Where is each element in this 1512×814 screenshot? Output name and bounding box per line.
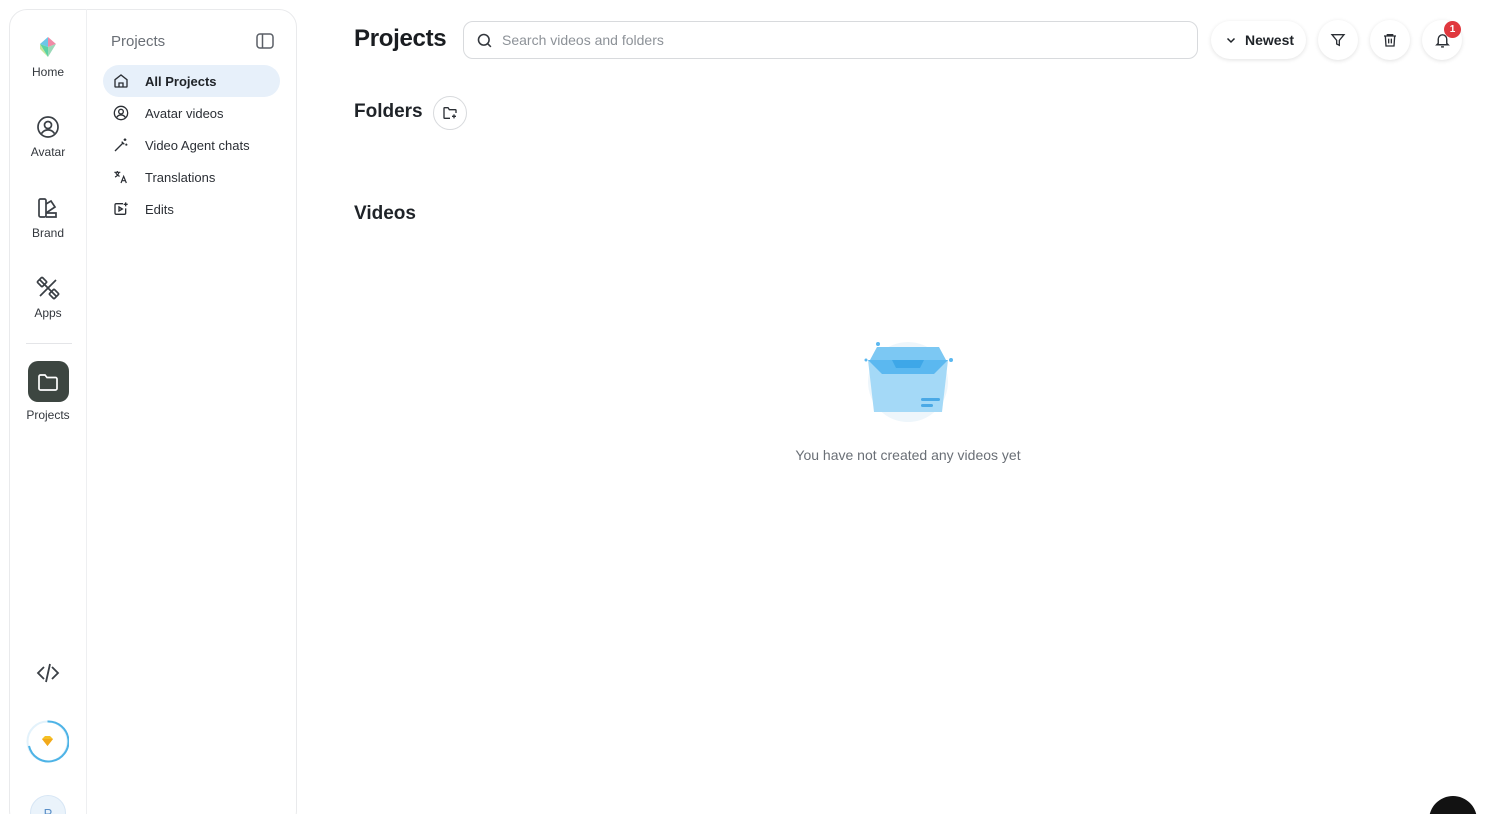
sidebar-item-edits[interactable]: Edits (103, 193, 280, 225)
sidebar-item-video-agent-chats[interactable]: Video Agent chats (103, 129, 280, 161)
rail-item-avatar[interactable]: Avatar (9, 115, 87, 159)
rail-item-label: Apps (34, 306, 62, 320)
sidebar-item-label: Translations (145, 169, 216, 185)
avatar-icon (37, 116, 59, 138)
magic-wand-icon (112, 137, 129, 154)
home-icon (112, 73, 129, 90)
trash-icon (1384, 34, 1396, 47)
sidebar-item-label: Avatar videos (145, 105, 224, 121)
rail-item-label: Projects (26, 408, 70, 422)
folders-title: Folders (354, 101, 423, 122)
sidebar-item-all-projects[interactable]: All Projects (103, 65, 280, 97)
empty-box-illustration (864, 342, 953, 422)
rail-item-label: Brand (31, 226, 65, 240)
folder-plus-icon (443, 107, 457, 119)
sidebar-item-label: All Projects (145, 73, 217, 89)
sidebar-list: All Projects Avatar videos Video Agent c… (103, 65, 280, 225)
sidebar-item-avatar-videos[interactable]: Avatar videos (103, 97, 280, 129)
apps-icon (36, 276, 60, 300)
videos-title: Videos (354, 203, 416, 224)
developer-button[interactable] (36, 661, 60, 690)
sidebar-item-label: Video Agent chats (145, 137, 250, 153)
left-rail: Home Avatar Brand Apps Projects P (9, 9, 87, 814)
projects-tile (27, 361, 69, 402)
sort-label: Newest (1245, 32, 1295, 48)
search-bar[interactable] (463, 21, 1198, 59)
filter-button[interactable] (1318, 20, 1358, 60)
rail-item-home[interactable]: Home (9, 35, 87, 79)
rail-divider (26, 343, 72, 344)
chevron-down-icon (1226, 37, 1236, 44)
rail-item-apps[interactable]: Apps (9, 276, 87, 320)
rail-item-brand[interactable]: Brand (9, 196, 87, 240)
app-root: Home Avatar Brand Apps Projects P Projec… (0, 0, 1512, 814)
collapse-sidebar-icon[interactable] (256, 33, 274, 49)
trash-button[interactable] (1370, 20, 1410, 60)
empty-state-message: You have not created any videos yet (795, 447, 1021, 463)
sidebar-item-translations[interactable]: Translations (103, 161, 280, 193)
code-icon (36, 663, 60, 683)
sidebar-title: Projects (111, 33, 166, 50)
rail-item-projects[interactable]: Projects (9, 361, 87, 422)
rail-item-label: Home (31, 65, 64, 79)
folder-icon (38, 373, 58, 391)
logo-icon (40, 37, 56, 57)
new-folder-button[interactable] (433, 96, 467, 130)
search-input[interactable] (502, 32, 1152, 48)
search-icon (477, 33, 492, 47)
page-title: Projects (354, 25, 447, 52)
help-chat-button[interactable] (1429, 796, 1477, 814)
user-avatar[interactable]: P (30, 795, 66, 814)
video-edit-icon (112, 201, 129, 218)
brand-icon (38, 198, 57, 218)
avatar-icon (112, 105, 129, 122)
rail-item-label: Avatar (30, 145, 66, 159)
sidebar-item-label: Edits (145, 201, 174, 217)
sort-dropdown[interactable]: Newest (1211, 21, 1306, 59)
filter-icon (1330, 34, 1346, 47)
credits-button[interactable] (26, 720, 69, 763)
translate-icon (112, 169, 129, 186)
notification-badge: 1 (1444, 21, 1461, 38)
